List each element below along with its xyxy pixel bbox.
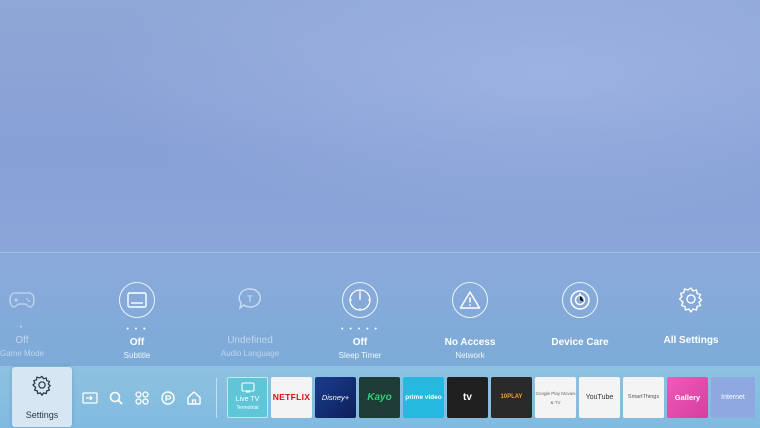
sleep-timer-icon [342, 282, 378, 318]
qs-audio-language[interactable]: T Undefined Audio Language [195, 282, 305, 360]
qs-subtitle-label: Subtitle [123, 351, 151, 360]
apps-grid-icon[interactable] [133, 389, 151, 407]
app-disney-plus-name: Disney+ [321, 393, 350, 402]
app-netflix[interactable]: NETFLIX [271, 377, 312, 418]
qs-sleep-timer-dots: • • • • • [340, 326, 380, 333]
app-internet[interactable]: Internet [711, 377, 755, 418]
app-smartthings-name: SmartThings [627, 394, 660, 400]
app-kayo[interactable]: Kayo [359, 377, 400, 418]
app-youtube-name: YouTube [585, 394, 614, 401]
gear-icon [674, 282, 708, 316]
qs-subtitle-value: Off [129, 337, 145, 348]
app-10play[interactable]: 10PLAY [491, 377, 532, 418]
svg-text:T: T [247, 294, 253, 304]
app-netflix-name: NETFLIX [272, 392, 311, 402]
qs-game-mode-label: Game Mode [0, 349, 45, 358]
qs-network-value: No Access [444, 337, 496, 348]
subtitle-icon [119, 282, 155, 318]
background [0, 0, 760, 252]
app-gallery[interactable]: Gallery [667, 377, 708, 418]
qs-network-dots [415, 325, 525, 335]
qs-device-care-value: Device Care [551, 337, 609, 348]
app-google-play-movies-name: Google Play Movies & TV [535, 390, 576, 405]
qs-all-settings[interactable]: All Settings [636, 282, 746, 360]
search-icon[interactable] [107, 389, 125, 407]
home-icon[interactable] [185, 389, 203, 407]
app-live-tv-name: Live TV [235, 396, 260, 403]
bar-separator [216, 378, 217, 418]
app-prime-video[interactable]: prime video [403, 377, 444, 418]
app-disney-plus[interactable]: Disney+ [315, 377, 356, 418]
qs-game-mode-value: Off [15, 335, 29, 346]
qs-audio-language-label: Audio Language [220, 349, 280, 358]
qs-audio-language-value: Undefined [227, 335, 273, 346]
qs-network-label: Network [455, 351, 485, 360]
device-care-icon [562, 282, 598, 318]
qs-sleep-timer-value: Off [352, 337, 368, 348]
ambient-icon[interactable] [159, 389, 177, 407]
app-kayo-name: Kayo [367, 392, 392, 403]
app-internet-name: Internet [721, 394, 745, 401]
settings-gear-icon [31, 374, 53, 401]
qs-device-care-label [525, 351, 635, 362]
qs-audio-language-dots [195, 323, 305, 333]
qs-sleep-timer[interactable]: • • • • • Off Sleep Timer [305, 282, 415, 362]
qs-device-care-dots [525, 325, 635, 335]
warning-icon [452, 282, 488, 318]
app-apple-tv[interactable]: tv [447, 377, 488, 418]
app-live-tv[interactable]: Live TV Terrestrial [227, 377, 268, 418]
qs-all-settings-value: All Settings [663, 335, 719, 346]
qs-game-mode[interactable]: • Off Game Mode [0, 282, 77, 360]
app-gallery-name: Gallery [674, 393, 701, 402]
qs-device-care[interactable]: Device Care [525, 282, 635, 362]
settings-label: Settings [25, 410, 59, 420]
qs-all-settings-dots [636, 323, 746, 333]
tv-icon [240, 382, 255, 395]
app-10play-name: 10PLAY [500, 394, 523, 400]
qs-subtitle[interactable]: • • • Off Subtitle [82, 282, 192, 362]
gamepad-icon [5, 282, 39, 316]
qs-network[interactable]: No Access Network [415, 282, 525, 362]
app-youtube[interactable]: YouTube [579, 377, 620, 418]
app-smartthings[interactable]: SmartThings [623, 377, 664, 418]
source-icon[interactable] [81, 389, 99, 407]
app-google-play-movies[interactable]: Google Play Movies & TV [535, 377, 576, 418]
audio-language-icon: T [233, 282, 267, 316]
app-prime-video-name: prime video [405, 394, 442, 401]
qs-game-mode-dots: • [19, 324, 25, 331]
app-live-tv-sub: Terrestrial [236, 405, 259, 411]
app-apple-tv-name: tv [463, 392, 472, 403]
settings-button[interactable]: Settings [12, 367, 72, 427]
qs-sleep-timer-label: Sleep Timer [338, 351, 382, 360]
qs-all-settings-label [636, 349, 746, 360]
qs-subtitle-dots: • • • [126, 326, 148, 333]
